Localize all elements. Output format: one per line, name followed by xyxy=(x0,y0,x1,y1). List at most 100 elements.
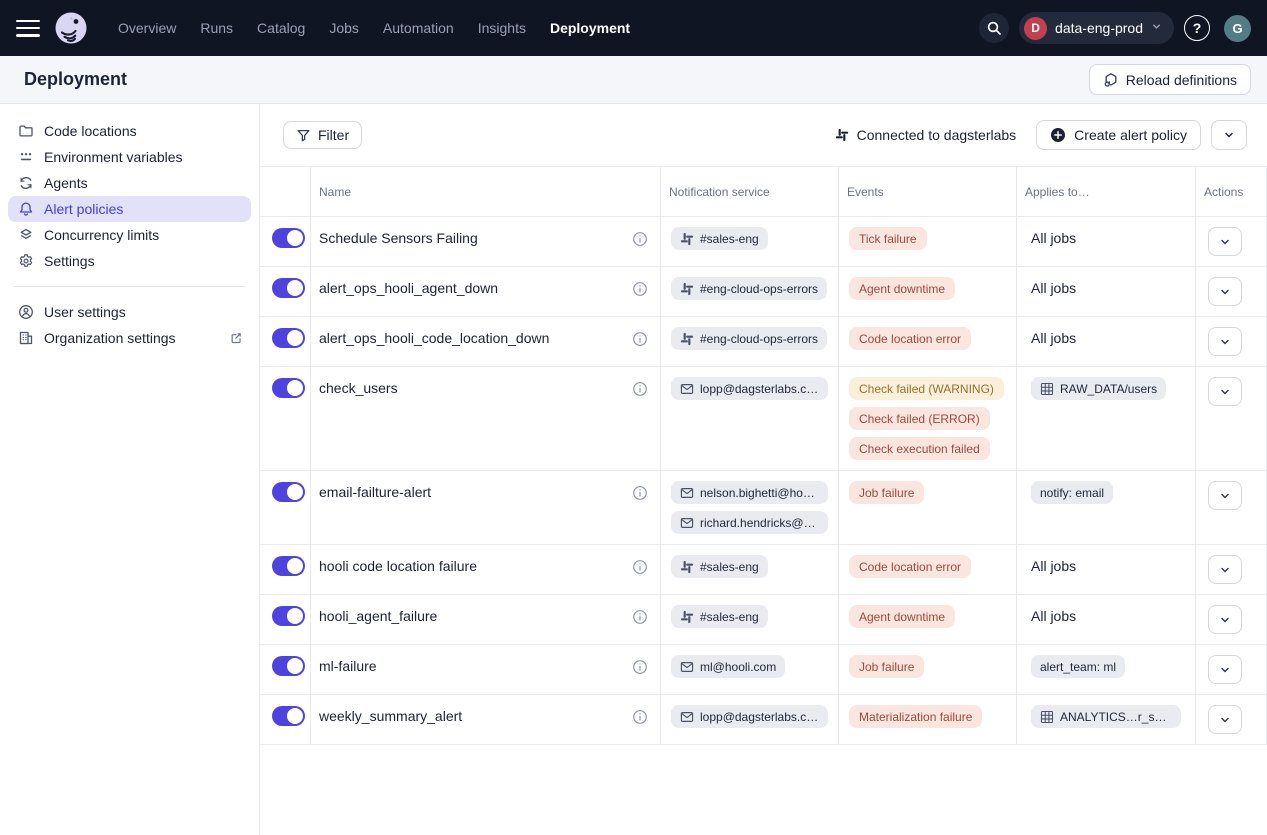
create-alert-policy-menu-button[interactable] xyxy=(1211,120,1247,150)
actions-cell xyxy=(1195,471,1266,544)
deployment-switcher[interactable]: D data-eng-prod xyxy=(1019,12,1174,44)
row-actions-button[interactable] xyxy=(1208,377,1242,406)
event-pill: Check failed (WARNING) xyxy=(849,377,1004,400)
events-cell: Job failure xyxy=(838,471,1016,544)
alert-enabled-toggle[interactable] xyxy=(272,556,305,576)
row-actions-button[interactable] xyxy=(1208,481,1242,510)
event-pill: Job failure xyxy=(849,655,924,678)
table-header-row: NameNotification serviceEventsApplies to… xyxy=(260,167,1266,217)
alert-enabled-toggle[interactable] xyxy=(272,328,305,348)
folder-icon xyxy=(18,123,34,139)
applies-to-label: notify: email xyxy=(1040,486,1104,500)
layers-icon xyxy=(18,227,34,243)
row-actions-button[interactable] xyxy=(1208,705,1242,734)
sidebar-item-environment-variables[interactable]: Environment variables xyxy=(8,144,251,170)
filter-button[interactable]: Filter xyxy=(283,121,362,149)
name-cell: email-failture-alert xyxy=(310,471,660,544)
sidebar-item-settings[interactable]: Settings xyxy=(8,248,251,274)
chevron-down-icon xyxy=(1151,19,1162,37)
hamburger-menu-icon[interactable] xyxy=(16,20,40,37)
connection-status[interactable]: Connected to dagsterlabs xyxy=(835,127,1017,143)
events-cell: Job failure xyxy=(838,645,1016,694)
sidebar-item-label: Settings xyxy=(44,253,95,269)
applies-to-cell: alert_team: ml xyxy=(1016,645,1195,694)
notification-pill: #sales-eng xyxy=(671,555,768,578)
toolbar: Filter Connected to dagsterlabs Create a… xyxy=(260,104,1267,166)
toggle-knob xyxy=(287,230,303,246)
applies-to-label: ANALYTICS…r_summary xyxy=(1060,710,1172,724)
sidebar-item-concurrency-limits[interactable]: Concurrency limits xyxy=(8,222,251,248)
search-icon[interactable] xyxy=(979,13,1009,43)
slack-icon xyxy=(680,232,694,246)
info-icon[interactable] xyxy=(632,485,648,501)
info-icon[interactable] xyxy=(632,381,648,397)
create-alert-policy-button[interactable]: Create alert policy xyxy=(1036,120,1201,150)
info-icon[interactable] xyxy=(632,709,648,725)
sidebar-item-user-settings[interactable]: User settings xyxy=(8,299,251,325)
nav-item-catalog[interactable]: Catalog xyxy=(247,14,315,42)
alert-enabled-toggle[interactable] xyxy=(272,228,305,248)
nav-item-jobs[interactable]: Jobs xyxy=(319,14,369,42)
notification-pill: lopp@dagsterlabs.com xyxy=(671,377,828,400)
toggle-cell xyxy=(260,645,310,694)
name-cell: alert_ops_hooli_code_location_down xyxy=(310,317,660,366)
alert-enabled-toggle[interactable] xyxy=(272,606,305,626)
row-actions-button[interactable] xyxy=(1208,555,1242,584)
grid-icon xyxy=(1040,382,1054,396)
notification-pill: ml@hooli.com xyxy=(671,655,785,678)
info-icon[interactable] xyxy=(632,281,648,297)
row-actions-button[interactable] xyxy=(1208,655,1242,684)
row-actions-button[interactable] xyxy=(1208,605,1242,634)
name-cell: Schedule Sensors Failing xyxy=(310,217,660,266)
alert-enabled-toggle[interactable] xyxy=(272,706,305,726)
event-pill: Materialization failure xyxy=(849,705,982,728)
nav-item-overview[interactable]: Overview xyxy=(108,14,186,42)
events-cell: Agent downtime xyxy=(838,267,1016,316)
reload-definitions-button[interactable]: Reload definitions xyxy=(1089,64,1251,95)
alert-enabled-toggle[interactable] xyxy=(272,378,305,398)
notification-label: #eng-cloud-ops-errors xyxy=(700,332,818,346)
actions-cell xyxy=(1195,595,1266,644)
notification-service-cell: nelson.bighetti@hooli.co…richard.hendric… xyxy=(660,471,838,544)
info-icon[interactable] xyxy=(632,231,648,247)
info-icon[interactable] xyxy=(632,331,648,347)
nav-item-insights[interactable]: Insights xyxy=(468,14,536,42)
table-row: hooli_agent_failure#sales-engAgent downt… xyxy=(260,595,1266,645)
applies-to-cell: ANALYTICS…r_summary xyxy=(1016,695,1195,744)
notification-label: lopp@dagsterlabs.com xyxy=(700,382,819,396)
sidebar-item-agents[interactable]: Agents xyxy=(8,170,251,196)
column-header-notification-service: Notification service xyxy=(660,167,838,216)
info-icon[interactable] xyxy=(632,559,648,575)
alert-enabled-toggle[interactable] xyxy=(272,278,305,298)
row-actions-button[interactable] xyxy=(1208,227,1242,256)
sidebar-item-alert-policies[interactable]: Alert policies xyxy=(8,196,251,222)
applies-to-pill: alert_team: ml xyxy=(1031,655,1125,678)
sidebar-item-label: Agents xyxy=(44,175,88,191)
alert-enabled-toggle[interactable] xyxy=(272,656,305,676)
dagster-logo-icon[interactable] xyxy=(54,11,88,45)
row-actions-button[interactable] xyxy=(1208,327,1242,356)
applies-to-pill: RAW_DATA/users xyxy=(1031,377,1166,400)
help-icon[interactable]: ? xyxy=(1184,15,1210,41)
agents-icon xyxy=(18,175,34,191)
nav-item-deployment[interactable]: Deployment xyxy=(540,14,640,42)
event-pill: Job failure xyxy=(849,481,924,504)
notification-pill: #eng-cloud-ops-errors xyxy=(671,327,827,350)
notification-service-cell: #eng-cloud-ops-errors xyxy=(660,267,838,316)
table-row: alert_ops_hooli_code_location_down #eng-c… xyxy=(260,317,1266,367)
sidebar-item-organization-settings[interactable]: Organization settings xyxy=(8,325,251,351)
gear-icon xyxy=(18,253,34,269)
main-panel: Filter Connected to dagsterlabs Create a… xyxy=(260,104,1267,835)
nav-item-automation[interactable]: Automation xyxy=(373,14,464,42)
info-icon[interactable] xyxy=(632,609,648,625)
chevron-down-icon xyxy=(1223,129,1235,141)
row-actions-button[interactable] xyxy=(1208,277,1242,306)
sidebar-item-label: Code locations xyxy=(44,123,137,139)
sidebar-item-code-locations[interactable]: Code locations xyxy=(8,118,251,144)
info-icon[interactable] xyxy=(632,659,648,675)
actions-cell xyxy=(1195,367,1266,470)
alert-enabled-toggle[interactable] xyxy=(272,482,305,502)
toggle-cell xyxy=(260,595,310,644)
user-avatar[interactable]: G xyxy=(1224,15,1251,42)
nav-item-runs[interactable]: Runs xyxy=(190,14,243,42)
